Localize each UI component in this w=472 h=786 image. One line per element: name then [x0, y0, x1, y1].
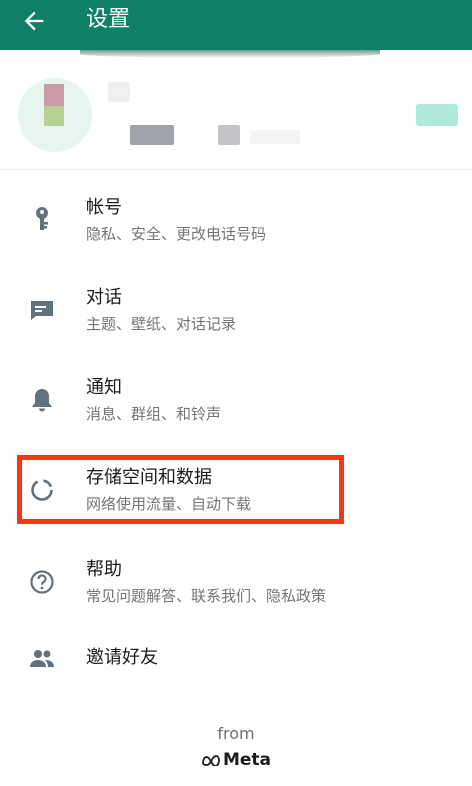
profile-status-redacted [250, 130, 300, 144]
qr-code-button[interactable] [416, 104, 458, 126]
settings-item-subtitle: 主题、壁纸、对话记录 [86, 315, 237, 333]
footer-brand-text: Meta [222, 750, 272, 770]
settings-item-invite-friends[interactable]: 邀请好友 [0, 640, 472, 710]
avatar[interactable] [18, 78, 92, 152]
meta-logo-icon [202, 755, 220, 766]
settings-item-subtitle: 消息、群组、和铃声 [86, 405, 222, 423]
avatar-pixel-block [44, 106, 64, 126]
key-icon [36, 207, 48, 230]
settings-item-notifications[interactable]: 通知 消息、群组、和铃声 [0, 372, 472, 442]
app-bar-shadow [80, 50, 380, 58]
back-arrow-icon[interactable] [20, 7, 48, 35]
settings-item-title: 帐号 [86, 197, 122, 218]
profile-status-redacted [218, 125, 240, 145]
chat-icon [31, 301, 53, 320]
profile-name-redacted [108, 82, 130, 102]
settings-item-subtitle: 隐私、安全、更改电话号码 [86, 225, 267, 243]
settings-item-chats[interactable]: 对话 主题、壁纸、对话记录 [0, 282, 472, 352]
footer-from: from [217, 724, 255, 743]
settings-item-subtitle: 常见问题解答、联系我们、隐私政策 [86, 587, 327, 605]
settings-item-account[interactable]: 帐号 隐私、安全、更改电话号码 [0, 192, 472, 262]
profile-card[interactable] [0, 58, 472, 170]
settings-item-title: 帮助 [86, 559, 122, 580]
page-title: 设置 [86, 7, 131, 32]
bell-icon [32, 389, 52, 412]
settings-item-title: 邀请好友 [86, 647, 158, 668]
app-bar: 设置 [0, 0, 472, 50]
avatar-pixel-block [44, 84, 64, 106]
footer-brand: Meta [0, 750, 472, 770]
people-icon [30, 650, 54, 667]
settings-item-title: 对话 [86, 287, 122, 308]
profile-status-redacted [130, 125, 174, 145]
settings-item-help[interactable]: 帮助 常见问题解答、联系我们、隐私政策 [0, 554, 472, 624]
settings-item-title: 通知 [86, 377, 122, 398]
help-icon [30, 570, 54, 594]
highlight-box [17, 455, 344, 524]
